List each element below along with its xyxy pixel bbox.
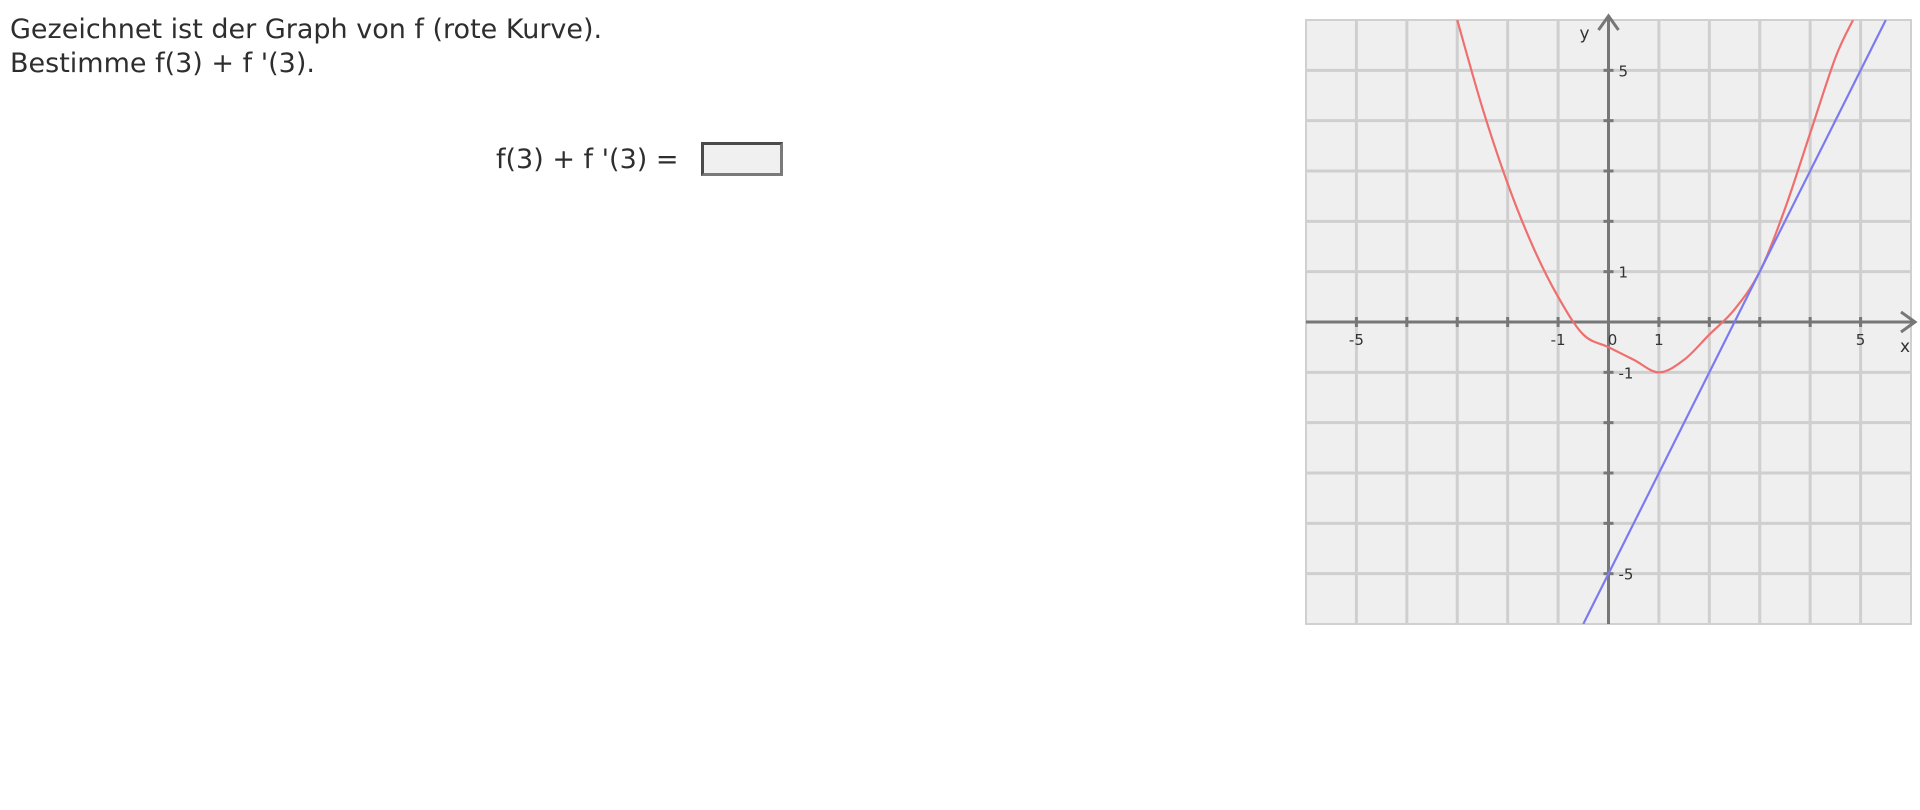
x-tick-label: 5 bbox=[1856, 331, 1866, 349]
answer-row: f(3) + f '(3) = bbox=[496, 138, 783, 180]
answer-label: f(3) + f '(3) = bbox=[496, 143, 679, 175]
y-tick-label: 1 bbox=[1619, 264, 1629, 282]
y-axis-label: y bbox=[1579, 24, 1589, 44]
x-tick-label: -5 bbox=[1349, 331, 1364, 349]
y-tick-label: -1 bbox=[1619, 364, 1634, 382]
x-tick-label: -1 bbox=[1551, 331, 1566, 349]
function-graph: -5 -1 0 1 551-1-5xy bbox=[1305, 13, 1918, 625]
y-tick-label: 5 bbox=[1619, 62, 1629, 80]
x-tick-label: 0 bbox=[1608, 331, 1618, 349]
answer-input[interactable] bbox=[700, 142, 783, 176]
y-tick-label: -5 bbox=[1619, 566, 1634, 584]
x-tick-label: 1 bbox=[1654, 331, 1664, 349]
x-axis-label: x bbox=[1900, 337, 1910, 357]
task-line-1: Gezeichnet ist der Graph von f (rote Kur… bbox=[10, 14, 603, 45]
task-text: Gezeichnet ist der Graph von f (rote Kur… bbox=[10, 13, 602, 81]
task-line-2: Bestimme f(3) + f '(3). bbox=[10, 48, 315, 79]
